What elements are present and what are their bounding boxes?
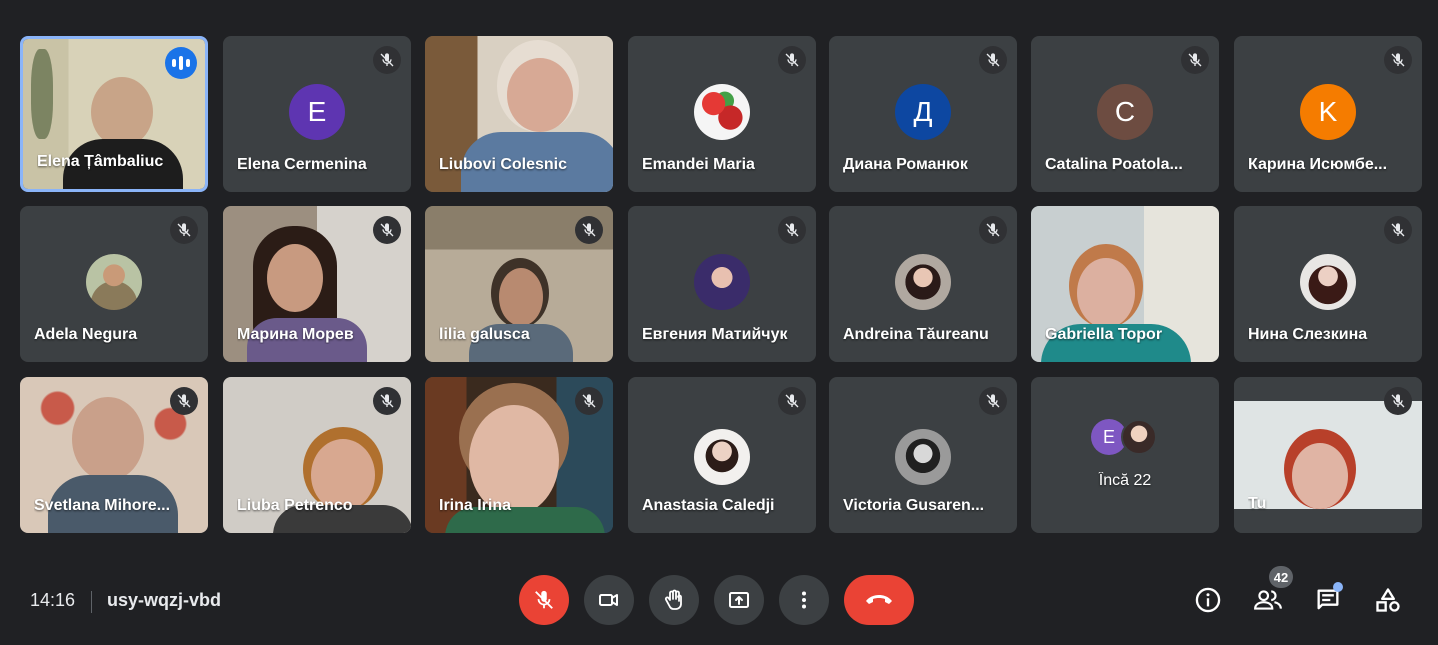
participant-name: lilia galusca	[439, 326, 530, 343]
more-options-button[interactable]	[779, 575, 829, 625]
participant-tile[interactable]: Д Диана Романюк	[829, 36, 1017, 192]
participant-tile[interactable]: Irina Irina	[425, 377, 613, 533]
raise-hand-button[interactable]	[649, 575, 699, 625]
avatar	[694, 254, 750, 310]
mic-off-icon	[373, 387, 401, 415]
people-button[interactable]	[1252, 582, 1284, 618]
avatar	[694, 429, 750, 485]
participant-name: Elena Țâmbaliuc	[37, 153, 164, 170]
mic-off-icon	[1181, 46, 1209, 74]
participant-tile[interactable]: Victoria Gusaren...	[829, 377, 1017, 533]
participant-tile[interactable]: Liuba Petrenco	[223, 377, 411, 533]
participant-tile[interactable]: Марина Морев	[223, 206, 411, 362]
present-screen-button[interactable]	[714, 575, 764, 625]
mic-off-icon	[1384, 216, 1412, 244]
participant-name: Tu	[1248, 495, 1267, 512]
mic-off-icon	[778, 216, 806, 244]
participant-name: Gabriella Topor	[1045, 326, 1163, 343]
participant-name: Irina Irina	[439, 497, 512, 514]
avatar	[694, 84, 750, 140]
mic-off-icon	[575, 387, 603, 415]
participant-tile[interactable]: Liubovi Colesnic	[425, 36, 613, 192]
mic-off-icon	[575, 216, 603, 244]
participant-grid: Elena Țâmbaliuc E Elena Cermenina Liubov…	[0, 0, 1438, 560]
mic-off-icon	[170, 387, 198, 415]
avatar: Д	[895, 84, 951, 140]
chat-notification-dot	[1333, 582, 1343, 592]
control-bar: 14:16 usy-wqzj-vbd 42	[0, 560, 1438, 645]
mic-off-icon	[979, 216, 1007, 244]
participant-name: Марина Морев	[237, 326, 354, 343]
participant-name: Catalina Poatola...	[1045, 156, 1183, 173]
others-tile[interactable]: E Încă 22	[1031, 377, 1219, 533]
leave-call-button[interactable]	[844, 575, 914, 625]
participant-name: Emandei Maria	[642, 156, 755, 173]
mic-off-icon	[1384, 46, 1412, 74]
participant-tile[interactable]: Elena Țâmbaliuc	[20, 36, 208, 192]
avatar: C	[1097, 84, 1153, 140]
others-avatars: E	[1091, 419, 1161, 457]
meeting-time: 14:16	[30, 590, 76, 610]
participant-name: Карина Исюмбе...	[1248, 156, 1388, 173]
participant-tile[interactable]: Emandei Maria	[628, 36, 816, 192]
participant-name: Anastasia Caledji	[642, 497, 775, 514]
others-count: Încă 22	[1098, 472, 1152, 489]
participant-tile[interactable]: lilia galusca	[425, 206, 613, 362]
avatar	[895, 429, 951, 485]
divider	[91, 591, 92, 613]
participant-name: Victoria Gusaren...	[843, 497, 985, 514]
camera-toggle-button[interactable]	[584, 575, 634, 625]
participant-name: Andreina Tăureanu	[843, 326, 989, 343]
participant-name: Adela Negura	[34, 326, 138, 343]
participant-tile[interactable]: Нина Слезкина	[1234, 206, 1422, 362]
avatar: K	[1300, 84, 1356, 140]
camera-icon	[599, 594, 618, 606]
participant-tile[interactable]: Adela Negura	[20, 206, 208, 362]
participant-name: Нина Слезкина	[1248, 326, 1368, 343]
participant-tile[interactable]: C Catalina Poatola...	[1031, 36, 1219, 192]
shapes-icon	[1376, 588, 1400, 612]
mic-off-icon	[979, 46, 1007, 74]
hang-up-icon	[866, 595, 892, 604]
avatar	[895, 254, 951, 310]
people-icon	[1254, 590, 1282, 610]
participant-tile[interactable]: Gabriella Topor	[1031, 206, 1219, 362]
participant-name: Liubovi Colesnic	[439, 156, 568, 173]
mic-off-icon	[778, 387, 806, 415]
participant-tile[interactable]: Anastasia Caledji	[628, 377, 816, 533]
present-icon	[729, 592, 749, 608]
meeting-info-button[interactable]	[1192, 582, 1224, 618]
participant-name: Евгения Матийчук	[642, 326, 788, 343]
mic-off-icon	[979, 387, 1007, 415]
avatar: E	[289, 84, 345, 140]
info-icon	[1195, 587, 1221, 613]
mic-off-icon	[373, 216, 401, 244]
participant-tile[interactable]: E Elena Cermenina	[223, 36, 411, 192]
participant-name: Svetlana Mihore...	[34, 497, 171, 514]
mic-off-icon	[373, 46, 401, 74]
participant-tile[interactable]: Евгения Матийчук	[628, 206, 816, 362]
speaking-indicator-icon	[165, 47, 197, 79]
mic-off-icon	[535, 590, 553, 609]
more-vert-icon	[802, 591, 806, 609]
avatar	[86, 254, 142, 310]
participant-tile[interactable]: Andreina Tăureanu	[829, 206, 1017, 362]
participant-name: Диана Романюк	[843, 156, 968, 173]
mic-off-icon	[778, 46, 806, 74]
hand-icon	[664, 589, 682, 610]
participant-tile[interactable]: K Карина Исюмбе...	[1234, 36, 1422, 192]
participant-name: Elena Cermenina	[237, 156, 367, 173]
mic-off-icon	[1384, 387, 1412, 415]
self-tile[interactable]: Tu	[1234, 377, 1422, 533]
avatar	[1121, 419, 1157, 455]
participant-name: Liuba Petrenco	[237, 497, 353, 514]
mic-toggle-button[interactable]	[519, 575, 569, 625]
participant-tile[interactable]: Svetlana Mihore...	[20, 377, 208, 533]
mic-off-icon	[170, 216, 198, 244]
activities-button[interactable]	[1372, 582, 1404, 618]
meeting-code: usy-wqzj-vbd	[107, 590, 222, 610]
avatar	[1300, 254, 1356, 310]
